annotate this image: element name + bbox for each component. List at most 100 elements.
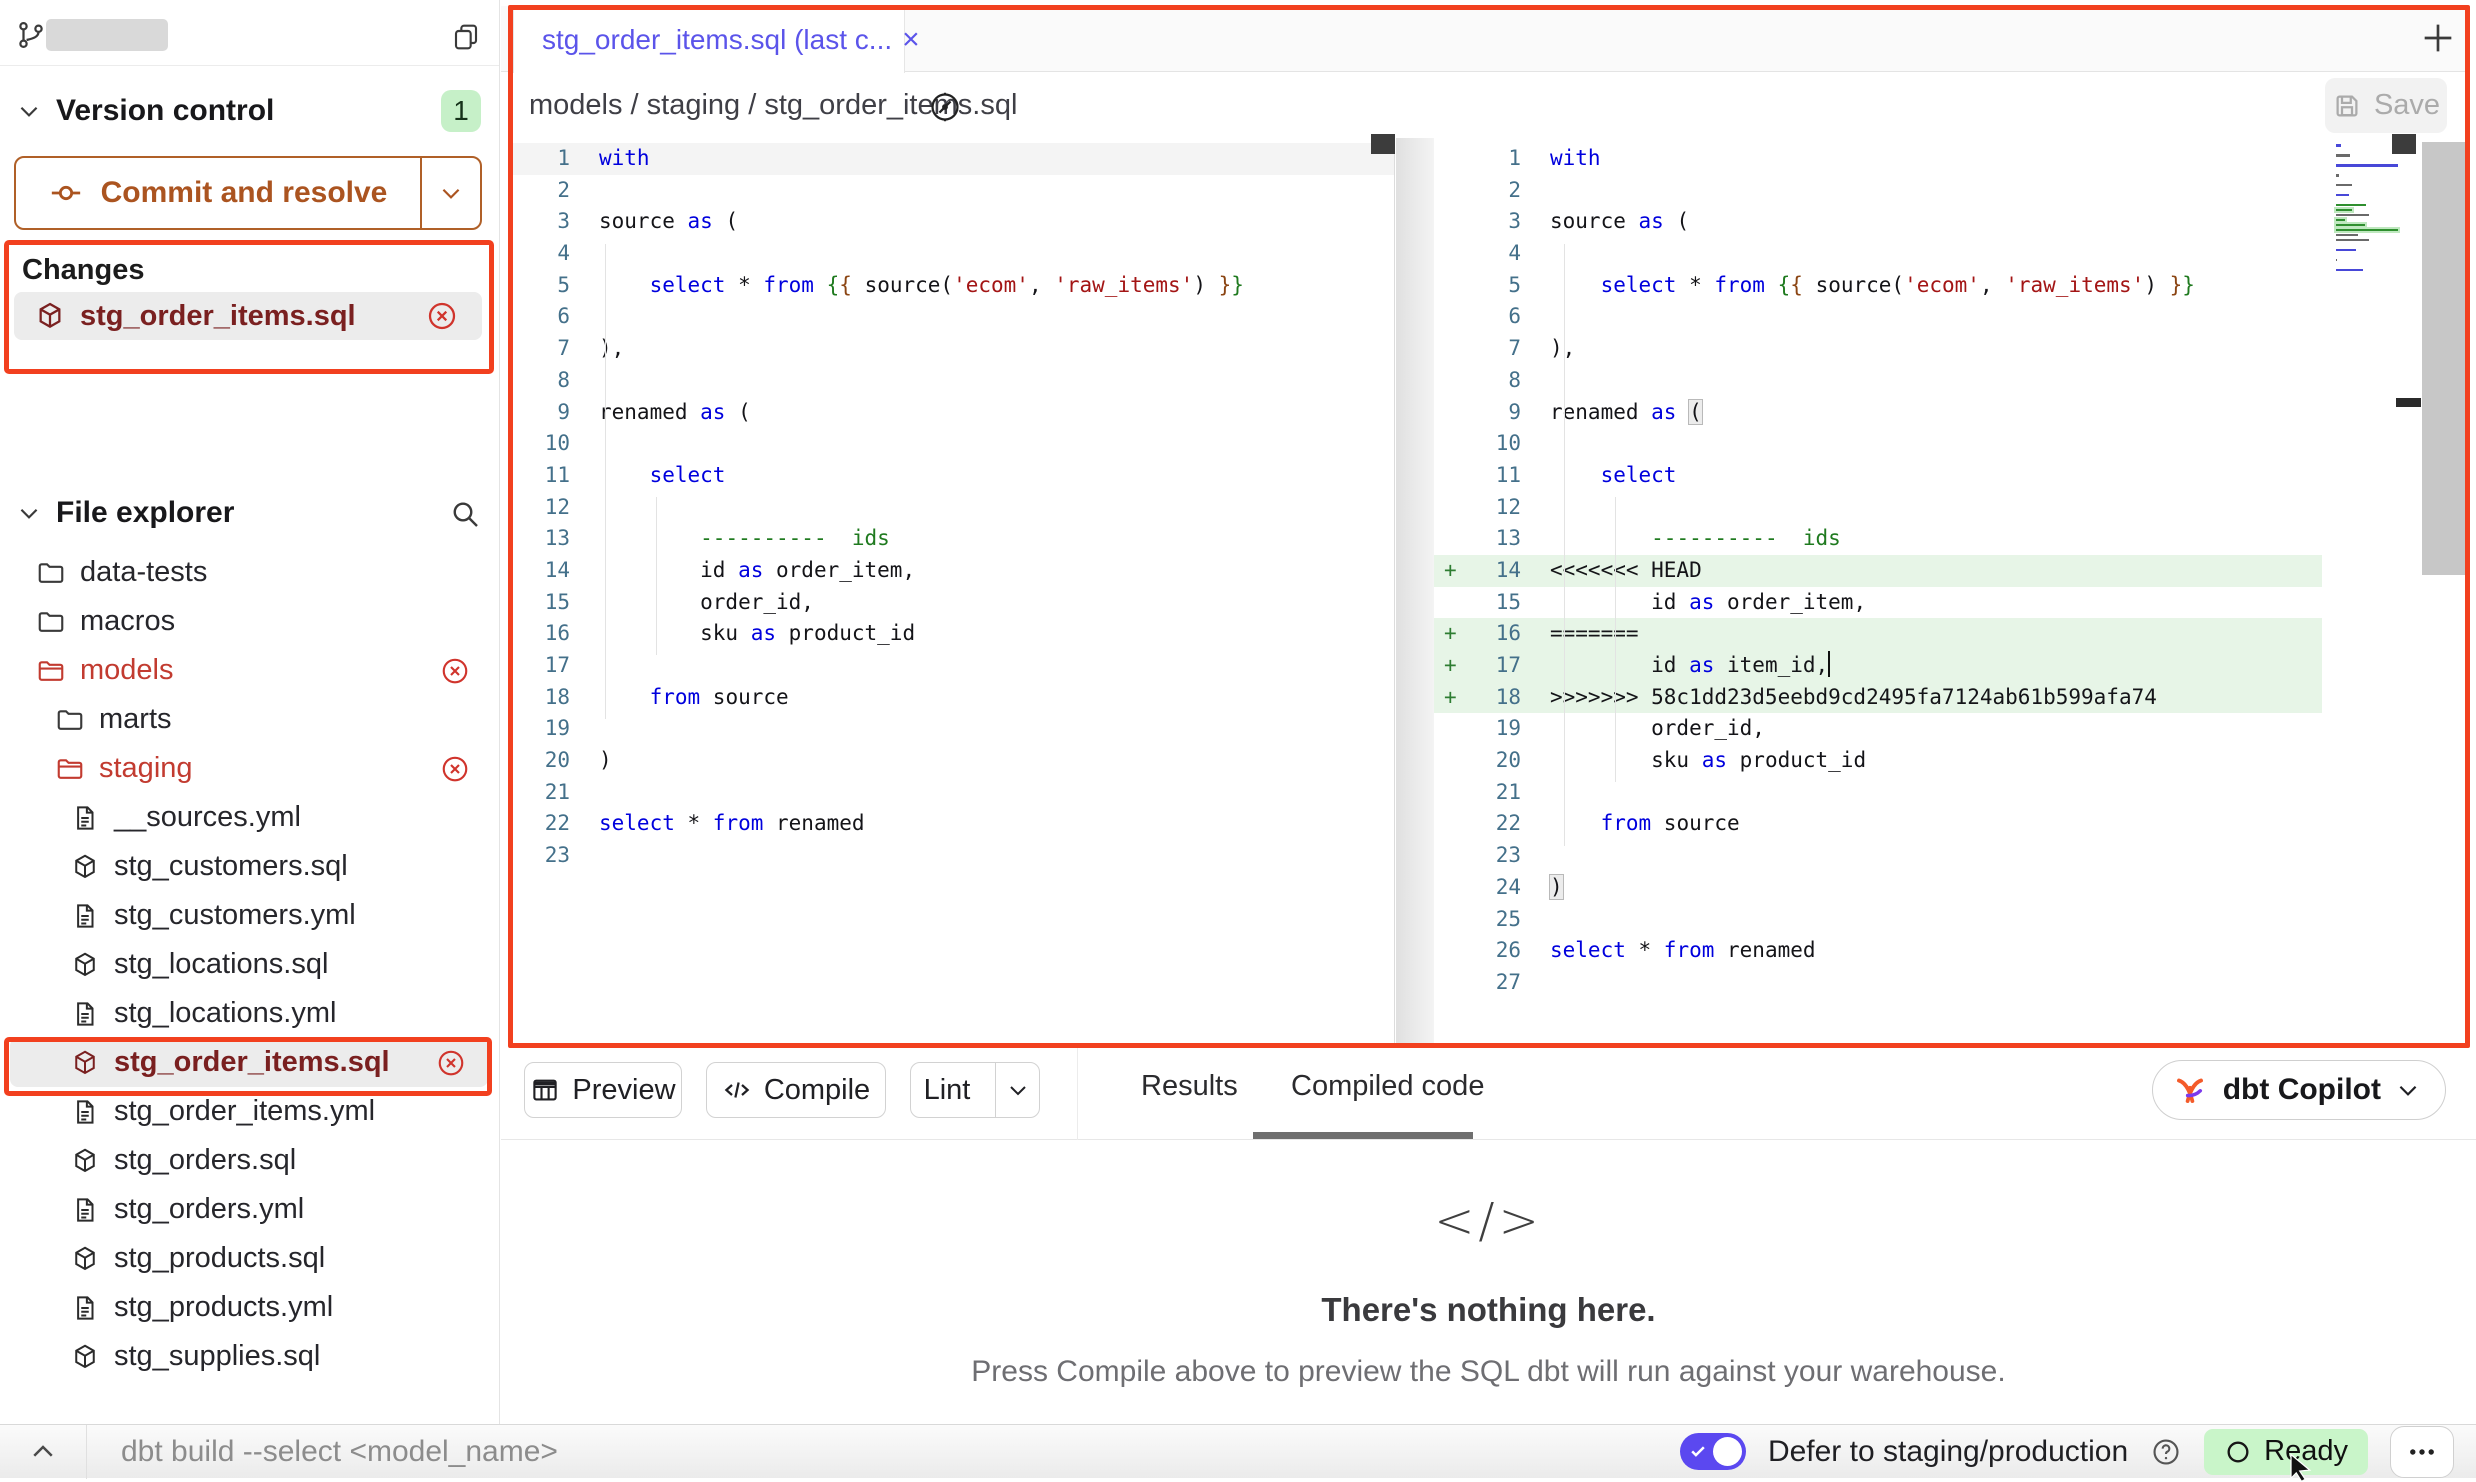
- code-line-18[interactable]: 18 from source: [513, 682, 1394, 714]
- tab-compiled-code[interactable]: Compiled code: [1291, 1070, 1484, 1103]
- question-icon[interactable]: [2150, 1436, 2182, 1468]
- code-line-7[interactable]: 7),: [513, 333, 1394, 365]
- close-icon[interactable]: ×: [902, 23, 920, 57]
- code-line-23[interactable]: 23: [1434, 840, 2322, 872]
- command-input[interactable]: dbt build --select <model_name>: [121, 1435, 558, 1469]
- branch-name-redacted[interactable]: [46, 19, 168, 51]
- code-line-16[interactable]: 16 sku as product_id: [513, 618, 1394, 650]
- commit-and-resolve-main[interactable]: Commit and resolve: [16, 158, 422, 228]
- lint-button[interactable]: Lint: [910, 1062, 1040, 1118]
- file-tree-item-stg-order-items-sql[interactable]: stg_order_items.sql: [10, 1038, 488, 1087]
- copy-icon[interactable]: [450, 21, 482, 53]
- code-line-25[interactable]: 25: [1434, 904, 2322, 936]
- code-line-5[interactable]: 5 select * from {{ source('ecom', 'raw_i…: [1434, 270, 2322, 302]
- chevron-down-icon[interactable]: [16, 98, 42, 124]
- chevron-down-icon[interactable]: [16, 500, 42, 526]
- file-explorer-section[interactable]: File explorer: [0, 490, 499, 536]
- more-options-button[interactable]: [2390, 1426, 2454, 1478]
- code-line-20[interactable]: 20): [513, 745, 1394, 777]
- code-line-9[interactable]: 9renamed as (: [513, 397, 1394, 429]
- lint-label[interactable]: Lint: [911, 1074, 983, 1107]
- code-pane-merged[interactable]: 1with23source as (45 select * from {{ so…: [1434, 138, 2322, 1044]
- code-line-8[interactable]: 8: [513, 365, 1394, 397]
- code-line-14[interactable]: 14 id as order_item,: [513, 555, 1394, 587]
- code-line-4[interactable]: 4: [1434, 238, 2322, 270]
- defer-toggle[interactable]: [1680, 1433, 1746, 1470]
- lineage-compass-icon[interactable]: [919, 81, 971, 133]
- code-line-21[interactable]: 21: [513, 777, 1394, 809]
- code-line-27[interactable]: 27: [1434, 967, 2322, 999]
- code-line-6[interactable]: 6: [513, 301, 1394, 333]
- tab-stg-order-items[interactable]: stg_order_items.sql (last c... ×: [513, 6, 905, 73]
- code-line-19[interactable]: 19: [513, 713, 1394, 745]
- dbt-copilot-button[interactable]: dbt Copilot: [2152, 1060, 2446, 1120]
- preview-button[interactable]: Preview: [524, 1062, 682, 1118]
- file-tree-item-stg-supplies-sql[interactable]: stg_supplies.sql: [0, 1332, 498, 1381]
- file-tree-item-stg-order-items-yml[interactable]: stg_order_items.yml: [0, 1087, 498, 1136]
- file-tree-item-stg-products-sql[interactable]: stg_products.sql: [0, 1234, 498, 1283]
- code-line-1[interactable]: 1with: [1434, 143, 2322, 175]
- code-line-9[interactable]: 9renamed as (: [1434, 397, 2322, 429]
- file-tree-item-marts[interactable]: marts: [0, 695, 498, 744]
- code-line-6[interactable]: 6: [1434, 301, 2322, 333]
- new-tab-button[interactable]: [2418, 18, 2458, 58]
- code-line-15[interactable]: 15 id as order_item,: [1434, 587, 2322, 619]
- left-scrollbar-thumb[interactable]: [1371, 134, 1395, 154]
- code-line-26[interactable]: 26select * from renamed: [1434, 935, 2322, 967]
- code-line-3[interactable]: 3source as (: [1434, 206, 2322, 238]
- file-tree-item-macros[interactable]: macros: [0, 597, 498, 646]
- code-line-18[interactable]: +18>>>>>>> 58c1dd23d5eebd9cd2495fa7124ab…: [1434, 682, 2322, 714]
- version-control-section[interactable]: Version control 1: [0, 88, 499, 134]
- code-line-2[interactable]: 2: [513, 175, 1394, 207]
- code-line-22[interactable]: 22select * from renamed: [513, 808, 1394, 840]
- file-tree-item-models[interactable]: models: [0, 646, 498, 695]
- file-tree-item--sources-yml[interactable]: __sources.yml: [0, 793, 498, 842]
- code-line-13[interactable]: 13 ---------- ids: [1434, 523, 2322, 555]
- code-line-14[interactable]: +14<<<<<<< HEAD: [1434, 555, 2322, 587]
- scrollbar-marker[interactable]: [2396, 398, 2421, 407]
- file-tree-item-data-tests[interactable]: data-tests: [0, 548, 498, 597]
- compile-button[interactable]: Compile: [706, 1062, 886, 1118]
- scrollbar-track[interactable]: [2422, 142, 2466, 575]
- code-line-7[interactable]: 7),: [1434, 333, 2322, 365]
- lint-dropdown-button[interactable]: [995, 1063, 1039, 1117]
- commit-dropdown-button[interactable]: [422, 158, 480, 228]
- code-line-16[interactable]: +16=======: [1434, 618, 2322, 650]
- code-line-11[interactable]: 11 select: [513, 460, 1394, 492]
- save-button[interactable]: Save: [2325, 78, 2447, 133]
- code-line-10[interactable]: 10: [1434, 428, 2322, 460]
- code-line-19[interactable]: 19 order_id,: [1434, 713, 2322, 745]
- file-tree-item-stg-locations-sql[interactable]: stg_locations.sql: [0, 940, 498, 989]
- code-line-1[interactable]: 1with: [513, 143, 1394, 175]
- code-line-3[interactable]: 3source as (: [513, 206, 1394, 238]
- code-line-10[interactable]: 10: [513, 428, 1394, 460]
- code-line-17[interactable]: +17 id as item_id,: [1434, 650, 2322, 682]
- changes-file-row[interactable]: stg_order_items.sql: [14, 292, 482, 340]
- file-tree-item-stg-orders-sql[interactable]: stg_orders.sql: [0, 1136, 498, 1185]
- code-line-8[interactable]: 8: [1434, 365, 2322, 397]
- code-line-11[interactable]: 11 select: [1434, 460, 2322, 492]
- file-tree-item-stg-products-yml[interactable]: stg_products.yml: [0, 1283, 498, 1332]
- code-pane-original[interactable]: 1with23source as (45 select * from {{ so…: [513, 138, 1395, 1044]
- code-line-20[interactable]: 20 sku as product_id: [1434, 745, 2322, 777]
- code-line-17[interactable]: 17: [513, 650, 1394, 682]
- code-line-24[interactable]: 24): [1434, 872, 2322, 904]
- code-line-23[interactable]: 23: [513, 840, 1394, 872]
- code-line-4[interactable]: 4: [513, 238, 1394, 270]
- file-tree-item-staging[interactable]: staging: [0, 744, 498, 793]
- code-line-2[interactable]: 2: [1434, 175, 2322, 207]
- tab-results[interactable]: Results: [1141, 1070, 1238, 1103]
- code-line-15[interactable]: 15 order_id,: [513, 587, 1394, 619]
- file-tree-item-stg-customers-sql[interactable]: stg_customers.sql: [0, 842, 498, 891]
- commit-and-resolve-button[interactable]: Commit and resolve: [14, 156, 482, 230]
- file-tree-item-stg-orders-yml[interactable]: stg_orders.yml: [0, 1185, 498, 1234]
- code-line-22[interactable]: 22 from source: [1434, 808, 2322, 840]
- chevron-up-icon[interactable]: [28, 1437, 58, 1467]
- minimap[interactable]: [2336, 144, 2400, 279]
- code-line-12[interactable]: 12: [513, 492, 1394, 524]
- code-line-13[interactable]: 13 ---------- ids: [513, 523, 1394, 555]
- code-line-21[interactable]: 21: [1434, 777, 2322, 809]
- file-tree-item-stg-customers-yml[interactable]: stg_customers.yml: [0, 891, 498, 940]
- search-icon[interactable]: [449, 498, 481, 530]
- file-tree-item-stg-locations-yml[interactable]: stg_locations.yml: [0, 989, 498, 1038]
